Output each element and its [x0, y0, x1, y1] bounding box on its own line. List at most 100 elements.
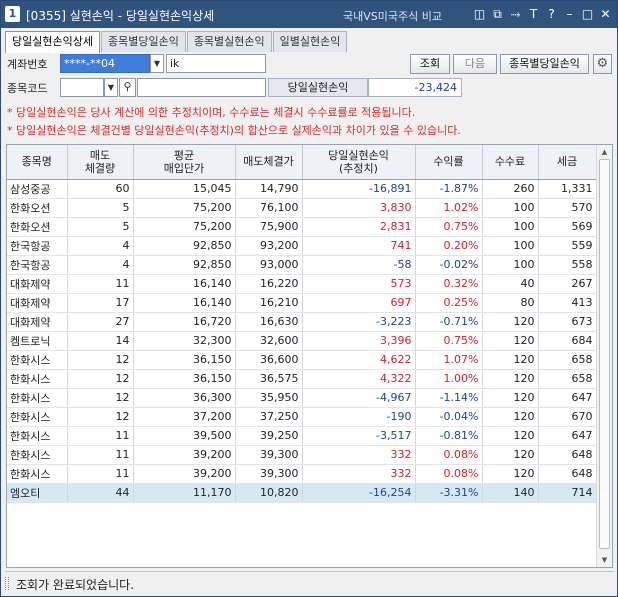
cell-fee: 140: [482, 483, 539, 503]
table-row[interactable]: 한화시스 12 37,200 37,250 -190 -0.04% 120 670: [7, 407, 597, 427]
tab-daily-realized-detail[interactable]: 당일실현손익상세: [5, 31, 100, 53]
cell-stock-name: 한화시스: [7, 350, 68, 370]
table-row[interactable]: 대화제약 27 16,720 16,630 -3,223 -0.71% 120 673: [7, 312, 597, 332]
header-daily-realized-pnl[interactable]: 당일실현손익 (추정치): [302, 145, 416, 180]
cell-stock-name: 한화시스: [7, 464, 68, 484]
cell-stock-name: 한국항공: [7, 236, 68, 256]
header-sell-quantity[interactable]: 매도 체결량: [67, 145, 134, 180]
scroll-thumb[interactable]: [599, 159, 610, 549]
tab-daily-realized[interactable]: 일별실현손익: [272, 31, 348, 52]
table-row[interactable]: 한화시스 12 36,150 36,600 4,622 1.07% 120 658: [7, 350, 597, 370]
compare-link[interactable]: 국내VS미국주식 비교: [343, 8, 442, 24]
cell-sell-quantity: 60: [67, 179, 134, 199]
cell-sell-quantity: 17: [67, 293, 134, 313]
daily-by-stock-button[interactable]: 종목별당일손익: [500, 54, 589, 74]
vertical-scrollbar[interactable]: ▲ ▼: [596, 145, 612, 567]
font-size-icon[interactable]: T: [526, 5, 541, 23]
cell-stock-name: 한국항공: [7, 255, 68, 275]
table-row[interactable]: 한화시스 12 36,300 35,950 -4,967 -1.14% 120 647: [7, 388, 597, 408]
cell-avg-buy-price: 36,150: [133, 350, 236, 370]
cell-tax: 1,331: [538, 179, 597, 199]
gear-icon[interactable]: ⚙: [593, 54, 612, 74]
cell-avg-buy-price: 39,500: [133, 426, 236, 446]
status-bar: 조회가 완료되었습니다.: [5, 571, 614, 593]
minimize-icon[interactable]: –: [562, 5, 577, 23]
cell-sell-price: 75,900: [235, 217, 303, 237]
cell-stock-name: 삼성중공: [7, 179, 68, 199]
table-row[interactable]: 한화시스 12 36,150 36,575 4,322 1.00% 120 658: [7, 369, 597, 389]
cell-daily-realized-pnl: 573: [302, 274, 416, 294]
cell-sell-quantity: 11: [67, 464, 134, 484]
account-number-field[interactable]: ****-**04: [60, 54, 150, 73]
help-icon[interactable]: ?: [544, 5, 559, 23]
pin-icon[interactable]: ⤑: [508, 5, 523, 23]
header-avg-buy-price[interactable]: 평균 매입단가: [133, 145, 236, 180]
link-window-icon[interactable]: ◫: [472, 5, 487, 23]
title-bar-controls: ◫ ⧉ ⤑ T ? – □ ✕: [472, 5, 613, 23]
cell-tax: 267: [538, 274, 597, 294]
cell-sell-quantity: 11: [67, 426, 134, 446]
cell-fee: 120: [482, 426, 539, 446]
tab-realized-by-stock[interactable]: 종목별실현손익: [186, 31, 272, 52]
cell-daily-realized-pnl: 4,622: [302, 350, 416, 370]
cell-return-rate: -0.02%: [415, 255, 483, 275]
stock-code-field[interactable]: [60, 78, 104, 97]
duplicate-window-icon[interactable]: ⧉: [490, 5, 505, 23]
cell-fee: 120: [482, 331, 539, 351]
cell-stock-name: 한화시스: [7, 388, 68, 408]
daily-realized-label: 당일실현손익: [268, 78, 368, 97]
cell-tax: 714: [538, 483, 597, 503]
cell-avg-buy-price: 36,300: [133, 388, 236, 408]
table-row[interactable]: 삼성중공 60 15,045 14,790 -16,891 -1.87% 260 1,331: [7, 179, 597, 199]
search-icon[interactable]: ⚲: [119, 78, 136, 97]
account-dropdown-icon[interactable]: ▼: [150, 54, 164, 73]
cell-tax: 673: [538, 312, 597, 332]
header-fee[interactable]: 수수료: [482, 145, 539, 180]
cell-daily-realized-pnl: 741: [302, 236, 416, 256]
cell-return-rate: -3.31%: [415, 483, 483, 503]
table-row[interactable]: 켐트로닉 14 32,300 32,600 3,396 0.75% 120 684: [7, 331, 597, 351]
cell-fee: 100: [482, 255, 539, 275]
tab-daily-by-stock[interactable]: 종목별당일손익: [100, 31, 186, 52]
cell-return-rate: 0.75%: [415, 217, 483, 237]
scroll-down-icon[interactable]: ▼: [597, 554, 612, 566]
header-return-rate[interactable]: 수익률: [415, 145, 483, 180]
scroll-up-icon[interactable]: ▲: [597, 146, 612, 158]
header-stock-name[interactable]: 종목명: [7, 145, 68, 180]
cell-fee: 40: [482, 274, 539, 294]
maximize-icon[interactable]: □: [580, 5, 595, 23]
daily-realized-value: -23,424: [368, 78, 462, 97]
cell-avg-buy-price: 16,140: [133, 293, 236, 313]
cell-stock-name: 한화오션: [7, 198, 68, 218]
table-row[interactable]: 한국항공 4 92,850 93,000 -58 -0.02% 100 558: [7, 255, 597, 275]
table-row[interactable]: 한화시스 11 39,200 39,300 332 0.08% 120 648: [7, 445, 597, 465]
cell-avg-buy-price: 16,720: [133, 312, 236, 332]
table-row[interactable]: 엠오티 44 11,170 10,820 -16,254 -3.31% 140 714: [7, 483, 597, 503]
search-button[interactable]: 조회: [410, 54, 450, 74]
table-row[interactable]: 대화제약 11 16,140 16,220 573 0.32% 40 267: [7, 274, 597, 294]
stock-code-dropdown-icon[interactable]: ▼: [104, 78, 118, 97]
cell-fee: 120: [482, 369, 539, 389]
cell-sell-price: 36,575: [235, 369, 303, 389]
table-row[interactable]: 한화오션 5 75,200 75,900 2,831 0.75% 100 569: [7, 217, 597, 237]
table-row[interactable]: 한화오션 5 75,200 76,100 3,830 1.02% 100 570: [7, 198, 597, 218]
realized-pnl-grid[interactable]: 종목명 매도 체결량 평균 매입단가 매도체결가 당일실현손익 (추정치) 수익률 수…: [6, 144, 613, 568]
cell-return-rate: 0.75%: [415, 331, 483, 351]
cell-return-rate: 0.20%: [415, 236, 483, 256]
notice-line-2: * 당일실현손익은 체결건별 당일실현손익(추정치)의 합산으로 실제손익과 차…: [7, 124, 461, 137]
tab-bar: 당일실현손익상세 종목별당일손익 종목별실현손익 일별실현손익: [5, 31, 348, 53]
header-tax[interactable]: 세금: [538, 145, 597, 180]
cell-sell-quantity: 12: [67, 350, 134, 370]
next-button[interactable]: 다음: [453, 54, 497, 74]
cell-stock-name: 대화제약: [7, 293, 68, 313]
header-sell-price[interactable]: 매도체결가: [235, 145, 303, 180]
table-row[interactable]: 한화시스 11 39,500 39,250 -3,517 -0.81% 120 647: [7, 426, 597, 446]
close-icon[interactable]: ✕: [598, 5, 613, 23]
cell-stock-name: 한화시스: [7, 407, 68, 427]
table-row[interactable]: 대화제약 17 16,140 16,210 697 0.25% 80 413: [7, 293, 597, 313]
table-row[interactable]: 한화시스 11 39,200 39,300 332 0.08% 120 648: [7, 464, 597, 484]
table-row[interactable]: 한국항공 4 92,850 93,200 741 0.20% 100 559: [7, 236, 597, 256]
status-grip-icon: [5, 577, 9, 590]
cell-sell-price: 36,600: [235, 350, 303, 370]
cell-daily-realized-pnl: 4,322: [302, 369, 416, 389]
